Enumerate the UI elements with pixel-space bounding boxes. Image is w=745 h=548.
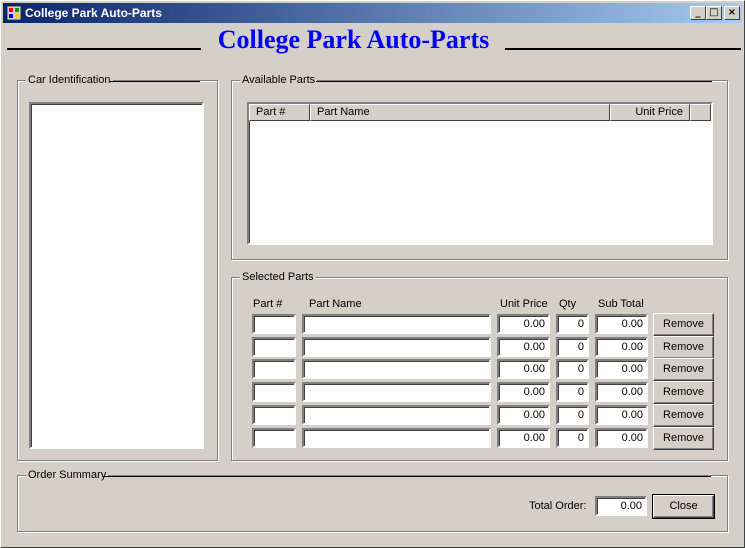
unit-price-field[interactable]: 0.00 xyxy=(497,314,550,334)
sub-total-field[interactable]: 0.00 xyxy=(595,359,648,379)
maximize-button[interactable]: □ xyxy=(706,6,722,20)
part-no-field[interactable] xyxy=(252,314,296,334)
qty-field[interactable]: 0 xyxy=(556,337,589,357)
order-summary-label: Order Summary xyxy=(26,469,109,481)
unit-price-field[interactable]: 0.00 xyxy=(497,428,550,448)
minimize-button[interactable]: _ xyxy=(690,6,706,20)
qty-field[interactable]: 0 xyxy=(556,382,589,402)
close-window-button[interactable]: × xyxy=(724,6,740,20)
part-no-field[interactable] xyxy=(252,382,296,402)
available-parts-label: Available Parts xyxy=(240,74,318,86)
column-label-part-no: Part # xyxy=(253,298,283,310)
column-header-unit-price[interactable]: Unit Price xyxy=(610,104,690,121)
qty-field[interactable]: 0 xyxy=(556,428,589,448)
selected-parts-label: Selected Parts xyxy=(240,271,316,283)
remove-button[interactable]: Remove xyxy=(653,427,714,450)
title-bar[interactable]: College Park Auto-Parts _ □ × xyxy=(3,3,742,23)
part-name-field[interactable] xyxy=(302,359,491,379)
total-order-field[interactable]: 0.00 xyxy=(595,496,647,516)
total-order-label: Total Order: xyxy=(529,500,587,512)
column-header-part-name[interactable]: Part Name xyxy=(310,104,610,121)
unit-price-field[interactable]: 0.00 xyxy=(497,405,550,425)
part-name-field[interactable] xyxy=(302,382,491,402)
column-label-qty: Qty xyxy=(559,298,577,310)
qty-field[interactable]: 0 xyxy=(556,405,589,425)
sub-total-field[interactable]: 0.00 xyxy=(595,314,648,334)
unit-price-field[interactable]: 0.00 xyxy=(497,359,550,379)
group-label-rule xyxy=(110,81,200,82)
part-name-field[interactable] xyxy=(302,428,491,448)
unit-price-field[interactable]: 0.00 xyxy=(497,382,550,402)
part-no-field[interactable] xyxy=(252,428,296,448)
part-name-field[interactable] xyxy=(302,337,491,357)
sub-total-field[interactable]: 0.00 xyxy=(595,405,648,425)
remove-button[interactable]: Remove xyxy=(653,381,714,404)
qty-field[interactable]: 0 xyxy=(556,359,589,379)
car-identification-tree[interactable] xyxy=(29,102,204,449)
part-no-field[interactable] xyxy=(252,337,296,357)
remove-button[interactable]: Remove xyxy=(653,358,714,381)
column-header-filler xyxy=(690,104,711,121)
remove-button[interactable]: Remove xyxy=(653,313,714,336)
available-parts-list[interactable]: Part # Part Name Unit Price xyxy=(247,102,713,245)
column-label-unit-price: Unit Price xyxy=(500,298,548,310)
sub-total-field[interactable]: 0.00 xyxy=(595,428,648,448)
part-no-field[interactable] xyxy=(252,359,296,379)
sub-total-field[interactable]: 0.00 xyxy=(595,382,648,402)
window-title: College Park Auto-Parts xyxy=(25,6,162,20)
group-label-rule xyxy=(104,476,711,477)
column-header-part-no[interactable]: Part # xyxy=(249,104,310,121)
part-name-field[interactable] xyxy=(302,405,491,425)
car-identification-label: Car Identification xyxy=(26,74,113,86)
header-rule-right xyxy=(505,48,741,50)
app-icon[interactable] xyxy=(7,6,21,20)
page-title: College Park Auto-Parts xyxy=(217,25,490,54)
group-label-rule xyxy=(316,81,712,82)
unit-price-field[interactable]: 0.00 xyxy=(497,337,550,357)
sub-total-field[interactable]: 0.00 xyxy=(595,337,648,357)
part-name-field[interactable] xyxy=(302,314,491,334)
main-window: College Park Auto-Parts _ □ × College Pa… xyxy=(0,0,745,548)
part-no-field[interactable] xyxy=(252,405,296,425)
column-label-part-name: Part Name xyxy=(309,298,362,310)
remove-button[interactable]: Remove xyxy=(653,336,714,359)
column-label-sub-total: Sub Total xyxy=(598,298,644,310)
close-button[interactable]: Close xyxy=(652,494,715,519)
remove-button[interactable]: Remove xyxy=(653,404,714,427)
qty-field[interactable]: 0 xyxy=(556,314,589,334)
